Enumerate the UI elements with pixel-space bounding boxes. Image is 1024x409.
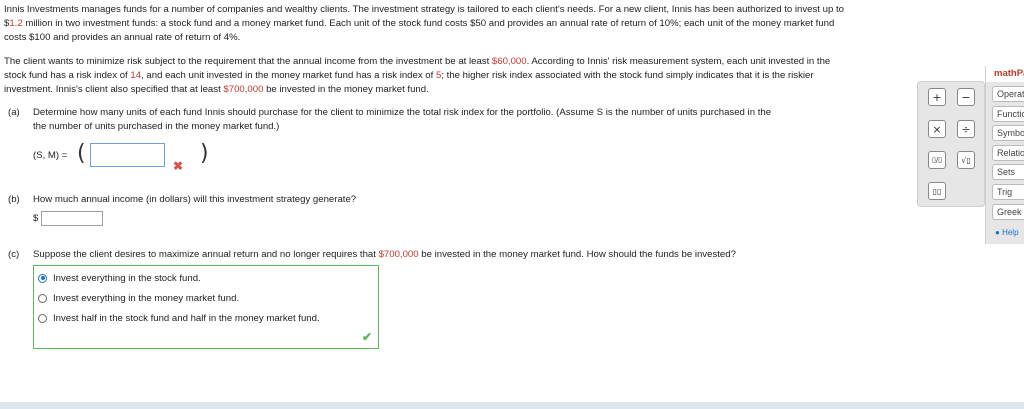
part-a-question-line-2: the number of units purchased in the mon… (33, 121, 280, 132)
annual-income-input[interactable] (41, 211, 103, 226)
tab-functions[interactable]: Functions (992, 106, 1024, 122)
part-c-text: be invested in the money market fund. Ho… (418, 249, 736, 260)
tab-sets[interactable]: Sets (992, 164, 1024, 180)
divide-button[interactable]: ÷ (957, 120, 975, 138)
min-money-market: $700,000 (223, 84, 264, 95)
minus-button[interactable]: − (957, 88, 975, 106)
tab-operations[interactable]: Operations (992, 86, 1024, 102)
client-line-2: stock fund has a risk index of 14, and e… (4, 69, 1004, 83)
part-b-label: (b) (8, 194, 20, 205)
correct-check-icon: ✔ (361, 330, 372, 344)
part-a-question-line-1: Determine how many units of each fund In… (33, 107, 772, 118)
tab-greek[interactable]: Greek (992, 204, 1024, 220)
client-text: investment. Innis's client also specifie… (4, 84, 224, 95)
client-text: be invested in the money market fund. (263, 84, 429, 95)
mathpad-header: mathPad (986, 66, 1024, 82)
stock-risk-index: 14 (130, 70, 142, 81)
help-label: Help (1002, 228, 1019, 237)
intro-line-3: costs $100 and provides an annual rate o… (4, 32, 241, 43)
intro-line-1: Innis Investments manages funds for a nu… (4, 4, 844, 15)
radio-button-selected[interactable] (38, 273, 47, 283)
mathpad-side-panel: mathPad Operations Functions Symbols Rel… (985, 66, 1024, 244)
intro-line-2: $1.2 million in two investment funds: a … (4, 17, 1004, 31)
sm-expression-label: (S, M) = (33, 150, 68, 161)
plus-button[interactable]: + (928, 88, 946, 106)
client-text: The client wants to minimize risk subjec… (4, 56, 492, 67)
exponent-button[interactable]: ▯▯ (928, 182, 946, 200)
choice-half-half[interactable]: Invest half in the stock fund and half i… (38, 310, 320, 326)
tab-relations[interactable]: Relations (992, 145, 1024, 161)
fraction-button[interactable]: ▯/▯ (928, 151, 946, 169)
income-requirement: $60,000 (491, 56, 527, 67)
radio-button[interactable] (38, 293, 47, 303)
help-icon: ● (995, 228, 1000, 237)
part-b-question: How much annual income (in dollars) will… (33, 194, 357, 205)
client-paragraph: The client wants to minimize risk subjec… (4, 55, 1004, 97)
client-text: stock fund has a risk index of (4, 70, 131, 81)
part-a-label: (a) (8, 107, 20, 118)
math-palette: + − × ÷ ▯/▯ √▯ ▯▯ (917, 81, 985, 207)
radio-button[interactable] (38, 313, 47, 323)
client-text: , and each unit invested in the money ma… (141, 70, 436, 81)
dollar-sign: $ (33, 213, 39, 224)
open-paren: ( (77, 141, 86, 166)
answer-choices: Invest everything in the stock fund. Inv… (33, 265, 379, 349)
intro-paragraph: Innis Investments manages funds for a nu… (4, 3, 1004, 45)
help-link[interactable]: ● Help (995, 228, 1024, 237)
max-investment: 1.2 (9, 18, 23, 29)
part-c-text: Suppose the client desires to maximize a… (33, 249, 379, 260)
min-money-market: $700,000 (378, 249, 419, 260)
client-text: . According to Innis' risk measurement s… (526, 56, 831, 67)
choice-label: Invest everything in the stock fund. (53, 272, 201, 284)
multiply-button[interactable]: × (928, 120, 946, 138)
part-c-label: (c) (8, 249, 20, 260)
choice-label: Invest half in the stock fund and half i… (53, 312, 320, 324)
incorrect-icon: ✖ (173, 159, 184, 173)
part-c-question: Suppose the client desires to maximize a… (33, 248, 736, 262)
choice-money-market[interactable]: Invest everything in the money market fu… (38, 290, 239, 306)
client-text: ; the higher risk index associated with … (441, 70, 814, 81)
choice-stock-fund[interactable]: Invest everything in the stock fund. (38, 270, 201, 286)
intro-line-2-rest: million in two investment funds: a stock… (22, 18, 835, 29)
client-line-3: investment. Innis's client also specifie… (4, 83, 1004, 97)
bottom-bar (0, 402, 1024, 409)
tab-trig[interactable]: Trig (992, 184, 1024, 200)
client-line-1: The client wants to minimize risk subjec… (4, 55, 1004, 69)
choice-label: Invest everything in the money market fu… (53, 292, 240, 304)
sqrt-button[interactable]: √▯ (957, 151, 975, 169)
sm-answer-input[interactable] (90, 143, 165, 167)
close-paren: ) (200, 141, 209, 166)
tab-symbols[interactable]: Symbols (992, 125, 1024, 141)
